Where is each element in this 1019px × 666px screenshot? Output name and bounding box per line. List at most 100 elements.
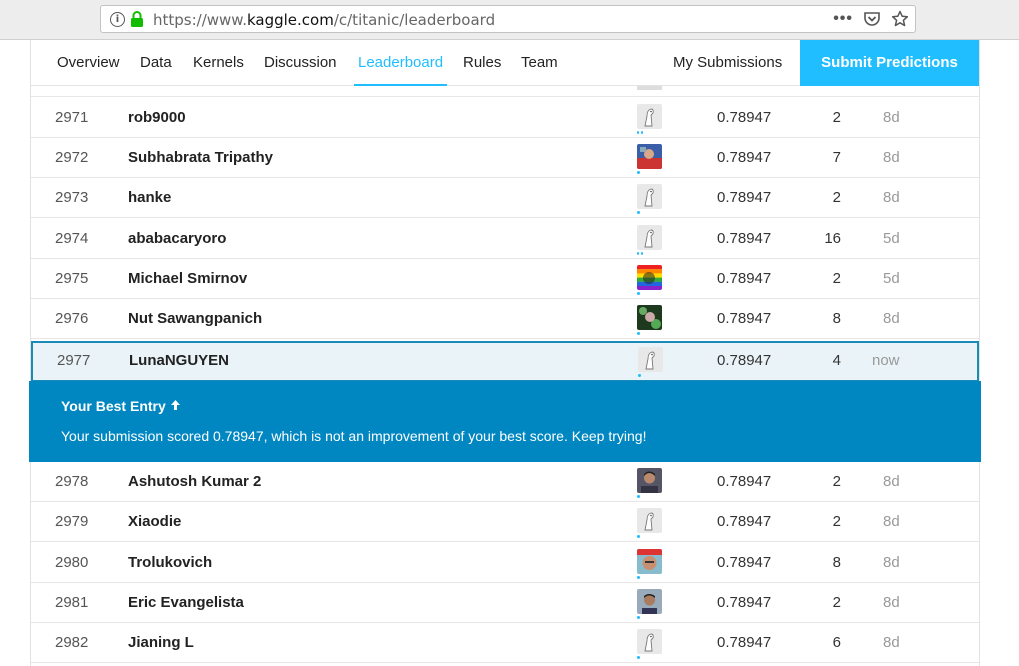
page-actions-icon[interactable]: ••• (833, 9, 853, 29)
team-name[interactable]: Trolukovich (128, 543, 212, 583)
rank: 2982 (55, 634, 89, 652)
rank: 2977 (57, 352, 91, 369)
last-submission: 8d (883, 149, 900, 167)
rank: 2980 (55, 553, 89, 571)
tier-dots-icon (637, 656, 643, 660)
pocket-icon[interactable] (863, 10, 881, 28)
info-icon[interactable]: i (110, 12, 125, 27)
url-text[interactable]: https://www.kaggle.com/c/titanic/leaderb… (153, 11, 495, 29)
last-submission: 8d (883, 553, 900, 571)
entries-count: 2 (832, 473, 841, 490)
current-user-row[interactable]: 2977 LunaNGUYEN 0.78947 4 now (31, 341, 979, 382)
tab-team[interactable]: Team (521, 40, 558, 86)
last-submission: 8d (883, 109, 900, 126)
score: 0.78947 (717, 352, 772, 369)
avatar[interactable] (637, 629, 662, 655)
best-entry-message: Your submission scored 0.78947, which is… (61, 428, 647, 444)
table-row[interactable]: 2971 rob9000 0.78947 2 8d (31, 98, 979, 138)
avatar (637, 86, 662, 90)
table-row[interactable]: 2978 Ashutosh Kumar 2 0.78947 2 8d (31, 462, 979, 502)
tab-rules[interactable]: Rules (463, 40, 501, 86)
avatar[interactable] (637, 224, 662, 250)
rank: 2981 (55, 593, 89, 611)
team-name[interactable]: Eric Evangelista (128, 583, 244, 623)
last-submission: 8d (883, 189, 900, 207)
last-submission: 8d (883, 593, 900, 611)
avatar[interactable] (637, 104, 662, 129)
last-submission: 8d (883, 473, 900, 490)
team-name[interactable]: Michael Smirnov (128, 259, 247, 299)
tier-dots-icon (637, 291, 643, 295)
team-name[interactable]: LunaNGUYEN (129, 341, 229, 381)
table-row[interactable]: 2982 Jianing L 0.78947 6 8d (31, 623, 979, 664)
score: 0.78947 (717, 593, 772, 611)
lock-icon[interactable] (130, 11, 144, 27)
avatar[interactable] (637, 264, 662, 290)
rank: 2979 (55, 513, 89, 531)
table-row[interactable]: 2975 Michael Smirnov 0.78947 2 5d (31, 259, 979, 299)
avatar[interactable] (637, 588, 662, 614)
rank: 2976 (55, 310, 89, 327)
table-row[interactable]: 2974 ababacaryoro 0.78947 16 5d (31, 219, 979, 259)
entries-count: 16 (824, 229, 841, 247)
last-submission: 8d (883, 634, 900, 652)
score: 0.78947 (717, 269, 772, 287)
avatar[interactable] (637, 305, 662, 330)
entries-count: 6 (832, 634, 841, 652)
entries-count: 2 (832, 109, 841, 126)
last-submission: 5d (883, 229, 900, 247)
table-row[interactable]: 2972 Subhabrata Tripathy 0.78947 7 8d (31, 138, 979, 179)
table-row[interactable]: 2976 Nut Sawangpanich 0.78947 8 8d (31, 299, 979, 339)
table-row[interactable]: 2980 Trolukovich 0.78947 8 8d (31, 543, 979, 583)
team-name[interactable]: Jianing L (128, 623, 194, 663)
rank: 2975 (55, 269, 89, 287)
score: 0.78947 (717, 149, 772, 167)
avatar[interactable] (637, 508, 662, 534)
partial-row (31, 86, 979, 97)
bookmark-star-icon[interactable] (891, 10, 909, 28)
tab-leaderboard[interactable]: Leaderboard (354, 40, 448, 86)
tier-dots-icon (637, 251, 643, 255)
team-name[interactable]: Nut Sawangpanich (128, 299, 262, 339)
tier-dots-icon (637, 615, 643, 619)
tier-dots-icon (637, 171, 643, 175)
team-name[interactable]: rob9000 (128, 98, 186, 138)
best-entry-title[interactable]: Your Best Entry (61, 398, 181, 414)
address-bar[interactable]: i https://www.kaggle.com/c/titanic/leade… (100, 5, 916, 33)
tab-data[interactable]: Data (140, 40, 172, 86)
avatar[interactable] (637, 184, 662, 210)
avatar[interactable] (638, 347, 663, 372)
best-entry-label[interactable]: Your Best Entry (61, 398, 166, 414)
avatar[interactable] (637, 144, 662, 170)
team-name[interactable]: hanke (128, 178, 171, 218)
team-name[interactable]: ababacaryoro (128, 219, 226, 259)
tab-discussion[interactable]: Discussion (264, 40, 337, 86)
my-submissions-link[interactable]: My Submissions (673, 40, 782, 85)
entries-count: 2 (832, 189, 841, 207)
score: 0.78947 (717, 634, 772, 652)
team-name[interactable]: Ashutosh Kumar 2 (128, 462, 261, 502)
table-row[interactable]: 2979 Xiaodie 0.78947 2 8d (31, 502, 979, 543)
avatar[interactable] (637, 548, 662, 574)
entries-count: 2 (832, 513, 841, 531)
rank: 2974 (55, 229, 89, 247)
table-row[interactable]: 2981 Eric Evangelista 0.78947 2 8d (31, 583, 979, 623)
tab-kernels[interactable]: Kernels (193, 40, 244, 86)
submit-predictions-button[interactable]: Submit Predictions (800, 40, 979, 86)
competition-nav: Overview Data Kernels Discussion Leaderb… (31, 40, 979, 86)
avatar[interactable] (637, 468, 662, 493)
team-name[interactable]: Subhabrata Tripathy (128, 138, 273, 178)
table-row[interactable]: 2973 hanke 0.78947 2 8d (31, 178, 979, 219)
tier-dots-icon (637, 332, 643, 335)
score: 0.78947 (717, 553, 772, 571)
score: 0.78947 (717, 513, 772, 531)
tier-dots-icon (637, 131, 643, 134)
last-submission: 5d (883, 269, 900, 287)
rank: 2978 (55, 473, 89, 490)
entries-count: 8 (832, 310, 841, 327)
tab-overview[interactable]: Overview (57, 40, 120, 86)
entries-count: 2 (832, 593, 841, 611)
rank: 2973 (55, 189, 89, 207)
team-name[interactable]: Xiaodie (128, 502, 181, 542)
entries-count: 8 (832, 553, 841, 571)
